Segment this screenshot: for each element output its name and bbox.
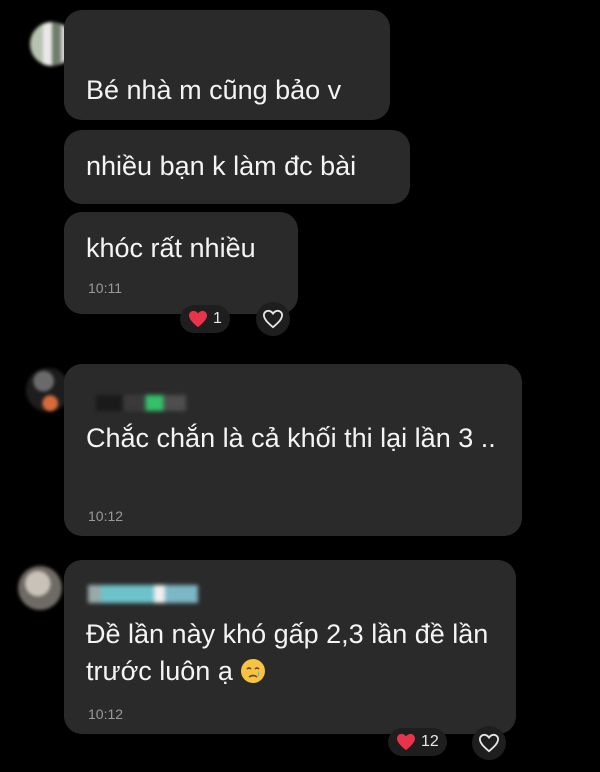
reaction-badge[interactable]: 12 [388,728,447,756]
message-text-content: Đề lần này khó gấp 2,3 lần đề lần trước … [86,619,489,686]
like-button[interactable] [472,726,506,760]
avatar-sender-3[interactable] [18,566,62,610]
heart-icon [189,310,207,328]
message-text: khóc rất nhiều [86,233,256,263]
message-bubble-4[interactable]: Chắc chắn là cả khối thi lại lần 3 .. 10… [64,364,522,536]
message-text: Bé nhà m cũng bảo v [86,75,342,105]
reaction-badge[interactable]: 1 [180,305,230,333]
heart-icon [397,733,415,751]
message-timestamp: 10:12 [88,508,124,524]
heart-outline-icon [262,309,284,329]
message-text: Đề lần này khó gấp 2,3 lần đề lần trước … [86,616,506,690]
crying-face-emoji [241,659,266,683]
sender-name-blurred [88,585,198,603]
message-timestamp: 10:12 [88,706,124,722]
message-bubble-2[interactable]: nhiều bạn k làm đc bài [64,130,410,204]
message-bubble-3[interactable]: khóc rất nhiều 10:11 [64,212,298,314]
heart-outline-icon [478,733,500,753]
message-timestamp: 10:11 [88,280,122,296]
message-text: nhiều bạn k làm đc bài [86,151,357,181]
reaction-count: 1 [213,310,222,327]
sender-name-blurred [96,395,186,411]
message-text: Chắc chắn là cả khối thi lại lần 3 .. [86,423,496,453]
message-bubble-1[interactable]: Bé nhà m cũng bảo v [64,10,390,120]
reaction-count: 12 [421,733,439,750]
like-button[interactable] [256,302,290,336]
